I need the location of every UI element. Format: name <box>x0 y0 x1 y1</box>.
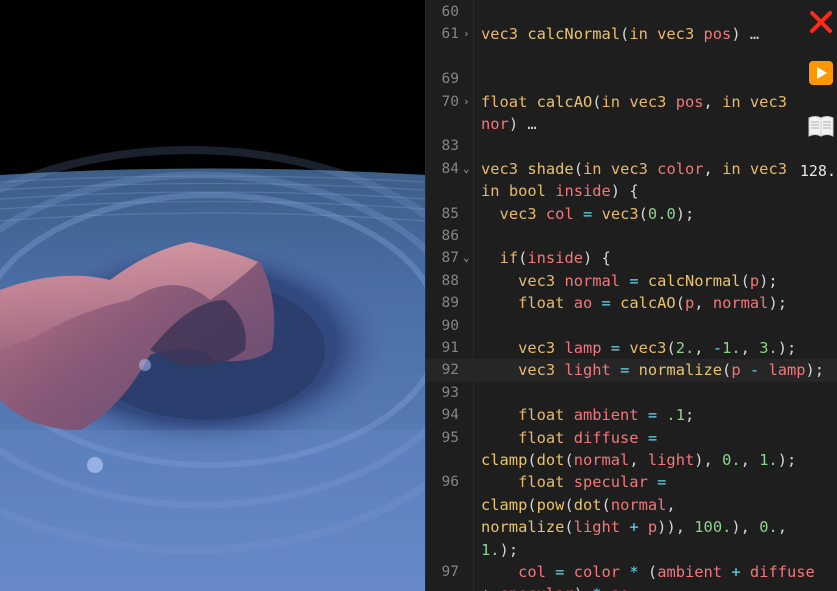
code-line[interactable]: 97 col = color * (ambient + diffuse <box>426 561 837 583</box>
play-icon <box>809 61 833 85</box>
line-number: 91 <box>441 340 459 356</box>
fold-expand-icon[interactable]: › <box>463 23 475 45</box>
code-line[interactable]: 87 ⌄ if(inside) { <box>426 247 837 269</box>
code-text[interactable]: vec3 calcNormal(in vec3 pos) … <box>481 23 759 45</box>
line-number: 69 <box>441 71 459 88</box>
code-line[interactable]: 70 › float calcAO(in vec3 pos, in vec3 <box>426 91 837 113</box>
rendered-scene <box>0 0 425 591</box>
code-text[interactable]: nor) … <box>481 113 537 135</box>
code-text[interactable]: vec3 normal = calcNormal(p); <box>481 270 778 292</box>
code-line[interactable]: 84⌄ vec3 shade(in vec3 color, in vec3 p, <box>426 158 837 180</box>
code-text[interactable]: float ambient = .1; <box>481 404 694 426</box>
code-text[interactable]: float specular = <box>481 471 666 493</box>
code-line[interactable]: 60 <box>426 1 837 23</box>
code-line[interactable]: 86 <box>426 225 837 247</box>
code-line[interactable]: in bool inside) { <box>426 180 837 202</box>
code-line[interactable]: 88 vec3 normal = calcNormal(p); <box>426 270 837 292</box>
code-text[interactable]: clamp(pow(dot(normal, <box>481 494 676 516</box>
shader-preview-canvas[interactable] <box>0 0 425 591</box>
code-line[interactable]: 93 <box>426 382 837 404</box>
close-icon <box>810 11 832 33</box>
line-number: 93 <box>441 384 459 401</box>
fold-collapse-icon[interactable]: ⌄ <box>463 158 475 180</box>
code-text[interactable]: vec3 col = vec3(0.0); <box>481 203 695 225</box>
code-line[interactable]: 90 <box>426 315 837 337</box>
code-line[interactable]: 1.); <box>426 539 837 561</box>
code-line[interactable]: 96 float specular = <box>426 471 837 493</box>
code-line[interactable]: 85 vec3 col = vec3(0.0); <box>426 203 837 225</box>
line-number: 88 <box>441 272 459 289</box>
code-line[interactable] <box>426 46 837 68</box>
code-line[interactable]: 91 vec3 lamp = vec3(2., -1., 3.); <box>426 337 837 359</box>
line-number: 87 <box>441 250 459 267</box>
line-number: 86 <box>441 228 459 244</box>
line-number: 83 <box>441 138 459 155</box>
fold-expand-icon[interactable]: › <box>463 91 475 113</box>
frame-counter: 128. <box>795 160 836 182</box>
line-number: 84 <box>441 160 459 177</box>
line-number: 85 <box>441 205 459 222</box>
code-text[interactable]: float ao = calcAO(p, normal); <box>481 292 787 314</box>
code-text[interactable]: in bool inside) { <box>481 180 639 202</box>
line-number: 94 <box>441 407 459 424</box>
fold-collapse-icon[interactable]: ⌄ <box>463 247 475 269</box>
code-line[interactable]: clamp(dot(normal, light), 0., 1.); <box>426 449 837 471</box>
close-button[interactable] <box>806 7 836 37</box>
code-line[interactable]: 83 <box>426 135 837 157</box>
line-number: 92 <box>441 362 459 379</box>
docs-button[interactable] <box>806 111 836 141</box>
code-text[interactable]: + specular) * ao; <box>481 583 639 591</box>
code-editor[interactable]: 60 61 › vec3 calcNormal(in vec3 pos) … 69 70 ›… <box>425 0 837 591</box>
code-line[interactable]: 61 › vec3 calcNormal(in vec3 pos) … <box>426 23 837 45</box>
book-icon <box>808 116 834 137</box>
code-line[interactable]: 89 float ao = calcAO(p, normal); <box>426 292 837 314</box>
run-button[interactable] <box>806 58 836 88</box>
code-text[interactable]: vec3 shade(in vec3 color, in vec3 p, <box>481 158 815 180</box>
code-text[interactable]: float calcAO(in vec3 pos, in vec3 <box>481 91 787 113</box>
code-line[interactable]: 95 float diffuse = <box>426 427 837 449</box>
code-line[interactable]: nor) … <box>426 113 837 135</box>
line-number: 97 <box>441 564 459 580</box>
line-number: 90 <box>441 317 459 334</box>
line-number: 61 <box>441 26 459 43</box>
code-text[interactable]: if(inside) { <box>481 247 611 269</box>
code-text[interactable]: vec3 light = normalize(p - lamp); <box>481 359 824 381</box>
code-line[interactable]: + specular) * ao; <box>426 583 837 591</box>
code-text[interactable]: normalize(light + p)), 100.), 0., <box>481 516 787 538</box>
code-text[interactable]: float diffuse = <box>481 427 657 449</box>
code-line[interactable]: 92 vec3 light = normalize(p - lamp); <box>426 359 837 382</box>
code-text[interactable]: clamp(dot(normal, light), 0., 1.); <box>481 449 796 471</box>
code-line[interactable]: 69 <box>426 68 837 90</box>
code-line[interactable]: clamp(pow(dot(normal, <box>426 494 837 516</box>
code-text[interactable]: col = color * (ambient + diffuse <box>481 561 815 583</box>
line-number: 89 <box>441 295 459 312</box>
line-number: 96 <box>441 474 459 491</box>
line-number: 70 <box>441 93 459 110</box>
code-text[interactable]: vec3 lamp = vec3(2., -1., 3.); <box>481 337 796 359</box>
code-text[interactable]: 1.); <box>481 539 518 561</box>
code-line[interactable]: 94 float ambient = .1; <box>426 404 837 426</box>
line-number: 60 <box>441 4 459 20</box>
code-line[interactable]: normalize(light + p)), 100.), 0., <box>426 516 837 538</box>
line-number: 95 <box>441 429 459 446</box>
